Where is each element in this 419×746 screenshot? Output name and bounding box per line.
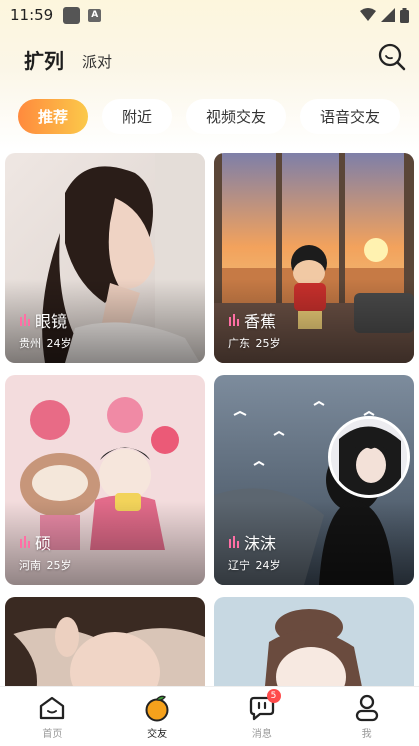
card-location: 贵州 [19,337,41,350]
nav-messages[interactable]: 5 消息 [210,687,315,746]
chip-nearby[interactable]: 附近 [102,99,173,134]
card-name: 硕 [35,534,52,553]
tab-kuolie[interactable]: 扩列 [24,45,64,74]
card-info: 眼镜 贵州 24岁 [19,308,72,351]
status-bar: 11:59 A [0,0,419,30]
top-header: 扩列 派对 [0,36,419,82]
bottom-navigation: 首页 交友 5 消息 我 [0,686,419,746]
nav-home[interactable]: 首页 [0,687,105,746]
card-name: 眼镜 [35,312,68,331]
chip-voice-dating[interactable]: 语音交友 [300,99,401,134]
tab-party[interactable]: 派对 [82,51,112,72]
chip-video-dating[interactable]: 视频交友 [186,99,287,134]
profile-icon [352,693,382,723]
nav-home-label: 首页 [42,729,63,740]
filter-chips: 推荐 附近 视频交友 语音交友 [18,99,419,134]
avatar-photo [331,419,407,495]
profile-card[interactable]: 眼镜 贵州 24岁 [5,153,205,363]
live-audio-icon [229,536,239,548]
profile-photo [5,597,205,697]
live-audio-icon [20,314,30,326]
orange-icon [142,693,172,723]
app-notification-icon: A [88,8,102,22]
card-name: 香蕉 [244,312,277,331]
profile-photo [214,597,414,697]
nav-dating-label: 交友 [147,729,168,740]
card-age: 24岁 [46,337,72,350]
card-location: 广东 [228,337,250,350]
profile-card[interactable] [5,597,205,697]
chip-recommend[interactable]: 推荐 [18,99,89,134]
nav-messages-label: 消息 [251,729,272,740]
avatar[interactable] [328,416,410,498]
card-name: 沫沫 [244,534,277,553]
card-info: 沫沫 辽宁 24岁 [228,530,281,573]
live-audio-icon [20,536,30,548]
battery-icon [400,7,409,23]
nav-profile-label: 我 [361,729,372,740]
card-info: 香蕉 广东 25岁 [228,308,281,351]
card-location: 河南 [19,559,41,572]
nav-profile[interactable]: 我 [314,687,419,746]
nav-dating[interactable]: 交友 [105,687,210,746]
status-time: 11:59 [10,6,54,24]
profile-card[interactable]: 香蕉 广东 25岁 [214,153,414,363]
message-badge: 5 [266,689,281,703]
card-age: 25岁 [255,337,281,350]
notification-icon [63,6,81,24]
signal-icon [381,8,395,22]
card-age: 25岁 [46,559,72,572]
profile-card[interactable] [214,597,414,697]
search-icon [378,43,406,71]
profile-card[interactable]: 硕 河南 25岁 [5,375,205,585]
live-audio-icon [229,314,239,326]
home-icon [37,693,67,723]
card-location: 辽宁 [228,559,250,572]
card-age: 24岁 [255,559,281,572]
card-info: 硕 河南 25岁 [19,530,72,573]
wifi-icon [360,8,376,21]
search-button[interactable] [377,42,407,72]
